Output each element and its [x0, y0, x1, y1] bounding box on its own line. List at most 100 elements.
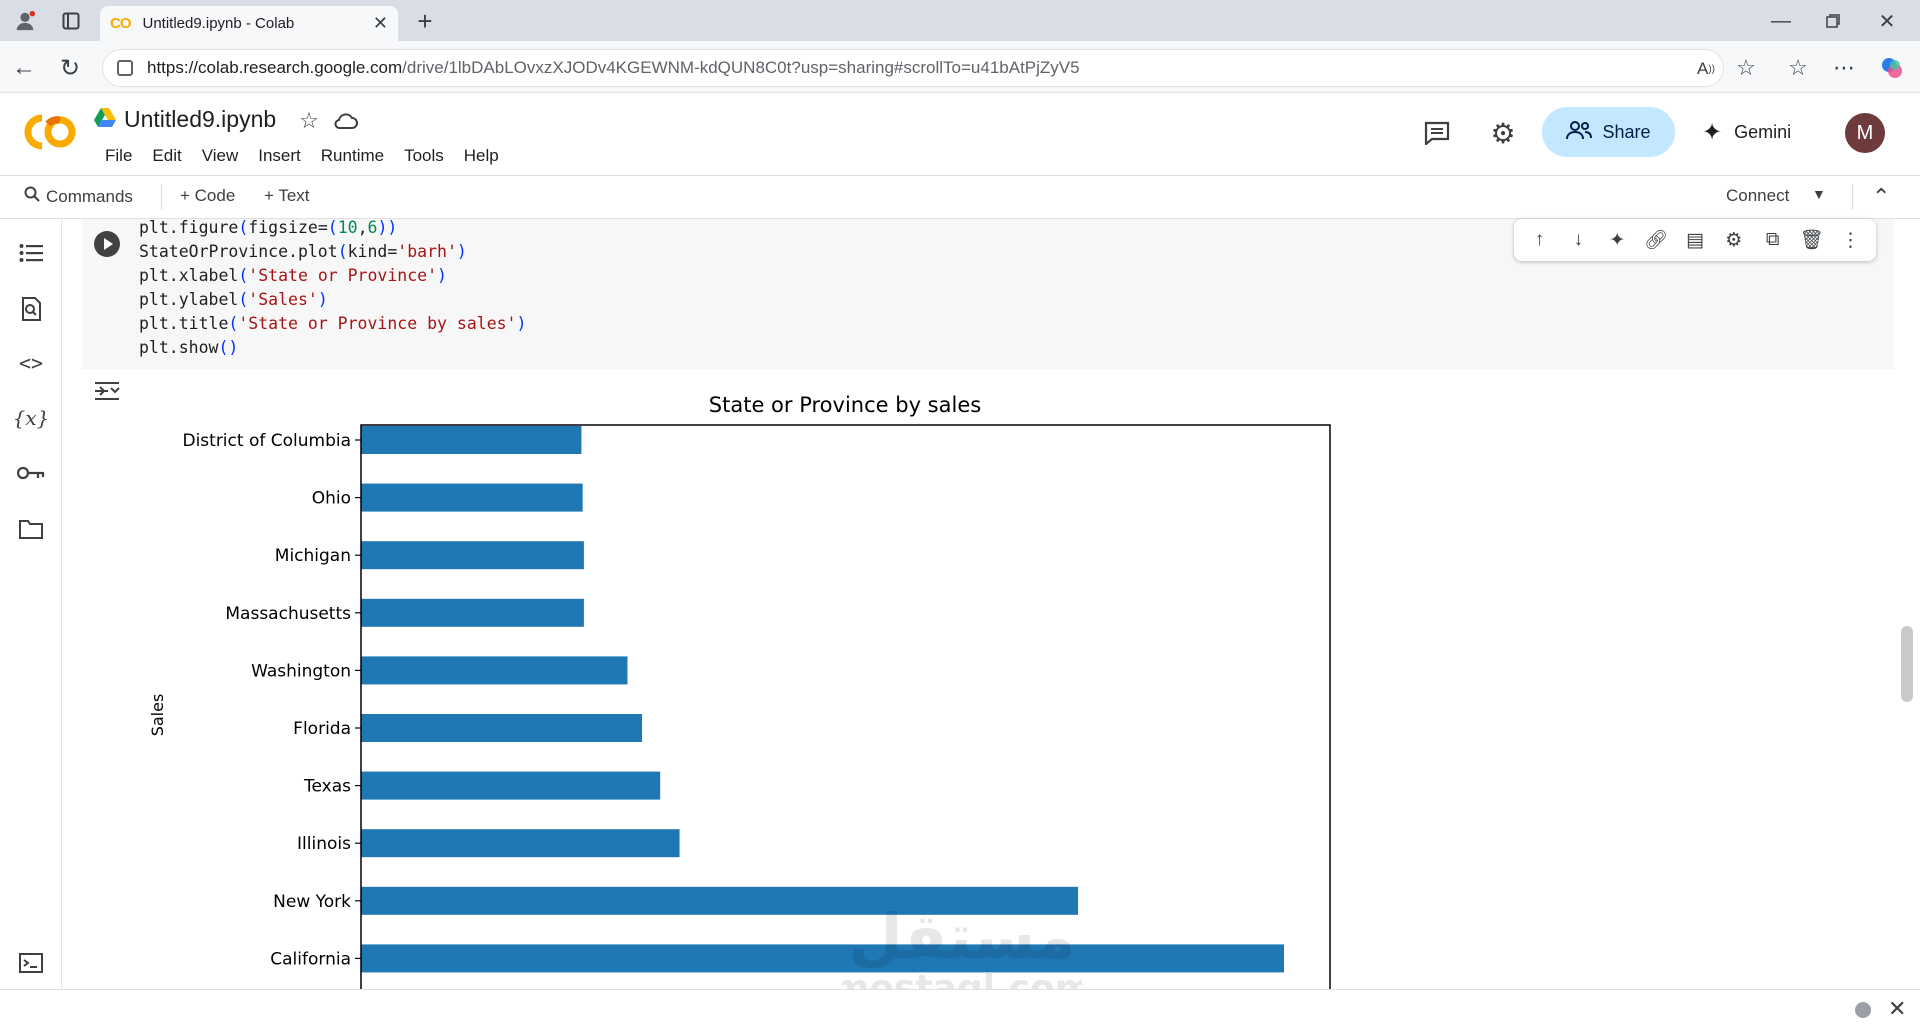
bar-california: [361, 944, 1284, 973]
table-of-contents-icon[interactable]: [14, 236, 48, 270]
code-line: plt.title('State or Province by sales'): [139, 314, 527, 333]
bar-washington: [361, 656, 628, 685]
terminal-icon[interactable]: [14, 946, 48, 980]
copilot-icon[interactable]: [1878, 54, 1906, 82]
profile-icon[interactable]: [12, 8, 38, 34]
new-tab-icon[interactable]: +: [410, 6, 440, 36]
collapse-header-chevron-up-icon[interactable]: ⌃: [1872, 184, 1890, 210]
gemini-label: Gemini: [1734, 121, 1792, 142]
share-label: Share: [1602, 121, 1651, 142]
code-line: plt.show(): [139, 338, 239, 357]
back-arrow-icon[interactable]: ←: [10, 54, 38, 82]
menu-view[interactable]: View: [192, 144, 249, 168]
bars-group: [361, 426, 1284, 973]
menu-insert[interactable]: Insert: [248, 144, 311, 168]
code-editor[interactable]: plt.figure(figsize=(10,6)) StateOrProvinc…: [139, 216, 526, 360]
menu-file[interactable]: File: [95, 144, 142, 168]
window-close-icon[interactable]: ✕: [1874, 8, 1900, 34]
run-cell-play-icon[interactable]: [94, 231, 120, 257]
url-text: https://colab.research.google.com/drive/…: [147, 58, 1080, 77]
tab-actions-icon[interactable]: [58, 8, 84, 34]
comments-icon[interactable]: [1422, 118, 1452, 148]
more-menu-icon[interactable]: ⋯: [1830, 54, 1858, 82]
output-actions-icon[interactable]: [94, 380, 122, 408]
menu-runtime[interactable]: Runtime: [311, 144, 394, 168]
bar-chart: State or Province by sales Sales Distric…: [148, 393, 1331, 989]
y-tick-label: Florida: [293, 719, 351, 739]
bar-district-of-columbia: [361, 426, 582, 454]
url-bar[interactable]: https://colab.research.google.com/drive/…: [102, 49, 1724, 87]
site-info-icon[interactable]: [117, 60, 133, 76]
connect-button[interactable]: Connect: [1726, 186, 1789, 206]
runtime-status-indicator[interactable]: [1855, 1002, 1871, 1018]
find-replace-icon[interactable]: [14, 292, 48, 326]
y-tick-label: Illinois: [297, 834, 351, 854]
link-to-cell-icon[interactable]: 🔗︎: [1642, 228, 1670, 252]
bar-michigan: [361, 541, 584, 570]
y-tick-label: District of Columbia: [182, 431, 351, 451]
menu-edit[interactable]: Edit: [142, 144, 191, 168]
mirror-cell-icon[interactable]: ⧉: [1759, 229, 1787, 251]
cloud-saved-icon[interactable]: [332, 108, 360, 134]
google-drive-icon[interactable]: [94, 108, 116, 130]
notebook-title[interactable]: Untitled9.ipynb: [124, 106, 276, 133]
menu-bar: File Edit View Insert Runtime Tools Help: [95, 144, 509, 168]
chart-title: State or Province by sales: [709, 393, 981, 417]
gemini-button[interactable]: ✦ Gemini: [1702, 110, 1791, 154]
code-snippets-icon[interactable]: <>: [14, 346, 48, 380]
status-close-icon[interactable]: ✕: [1888, 996, 1906, 1022]
bar-new-york: [361, 886, 1079, 915]
move-cell-down-arrow-icon[interactable]: ↓: [1564, 229, 1592, 251]
delete-cell-trash-icon[interactable]: 🗑︎: [1798, 228, 1826, 252]
add-text-button[interactable]: + Text: [264, 186, 310, 206]
colab-logo[interactable]: [22, 112, 78, 152]
add-comment-icon[interactable]: ▤: [1681, 229, 1709, 252]
left-side-rail: [0, 219, 62, 989]
minimize-icon[interactable]: —: [1768, 8, 1794, 34]
files-folder-icon[interactable]: [14, 512, 48, 546]
y-tick-label: Ohio: [312, 489, 351, 509]
cell-toolbar: ↑ ↓ ✦ 🔗︎ ▤ ⚙ ⧉ 🗑︎ ⋮: [1514, 219, 1876, 261]
account-avatar[interactable]: M: [1845, 113, 1885, 153]
commands-button[interactable]: Commands: [24, 186, 133, 207]
favorite-star-icon[interactable]: ☆: [1732, 54, 1760, 82]
code-line: StateOrProvince.plot(kind='barh'): [139, 242, 467, 261]
y-tick-label: Washington: [251, 661, 351, 681]
toolbar-divider: [1852, 184, 1853, 210]
star-notebook-icon[interactable]: ☆: [296, 108, 322, 134]
bar-illinois: [361, 829, 680, 858]
variables-icon[interactable]: {x}: [13, 401, 50, 435]
share-button[interactable]: Share: [1542, 107, 1675, 157]
bar-florida: [361, 714, 643, 742]
chart-y-axis-label: Sales: [148, 694, 167, 737]
bar-ohio: [361, 483, 583, 512]
toolbar-divider: [161, 184, 162, 210]
settings-gear-icon[interactable]: ⚙: [1488, 118, 1518, 149]
tab-title: Untitled9.ipynb - Colab: [142, 15, 295, 32]
y-tick-label: California: [270, 949, 351, 969]
colab-favicon-icon: CO: [110, 15, 131, 32]
menu-tools[interactable]: Tools: [394, 144, 454, 168]
connect-dropdown-chevron-down-icon[interactable]: ▼: [1812, 186, 1826, 202]
menu-help[interactable]: Help: [454, 144, 509, 168]
add-code-button[interactable]: + Code: [180, 186, 235, 206]
y-tick-label: Texas: [303, 777, 351, 797]
browser-tab[interactable]: CO Untitled9.ipynb - Colab ✕: [100, 6, 398, 41]
bar-texas: [361, 771, 661, 800]
share-people-icon: [1566, 120, 1593, 145]
bar-massachusetts: [361, 598, 584, 627]
cell-settings-gear-icon[interactable]: ⚙: [1720, 229, 1748, 252]
commands-label: Commands: [46, 186, 133, 206]
favorites-list-icon[interactable]: ☆: [1784, 54, 1812, 82]
reload-icon[interactable]: ↻: [56, 54, 84, 82]
tab-close-icon[interactable]: ✕: [373, 13, 388, 34]
more-cell-actions-icon[interactable]: ⋮: [1836, 229, 1864, 252]
read-aloud-icon[interactable]: A)): [1692, 55, 1720, 83]
notebook-scrollbar-thumb[interactable]: [1901, 626, 1913, 702]
gemini-cell-sparkle-icon[interactable]: ✦: [1603, 229, 1631, 252]
secrets-key-icon[interactable]: [14, 456, 48, 490]
status-bar: [0, 989, 1920, 1030]
move-cell-up-arrow-icon[interactable]: ↑: [1525, 229, 1553, 251]
search-icon: [24, 186, 40, 207]
restore-icon[interactable]: [1820, 8, 1846, 34]
